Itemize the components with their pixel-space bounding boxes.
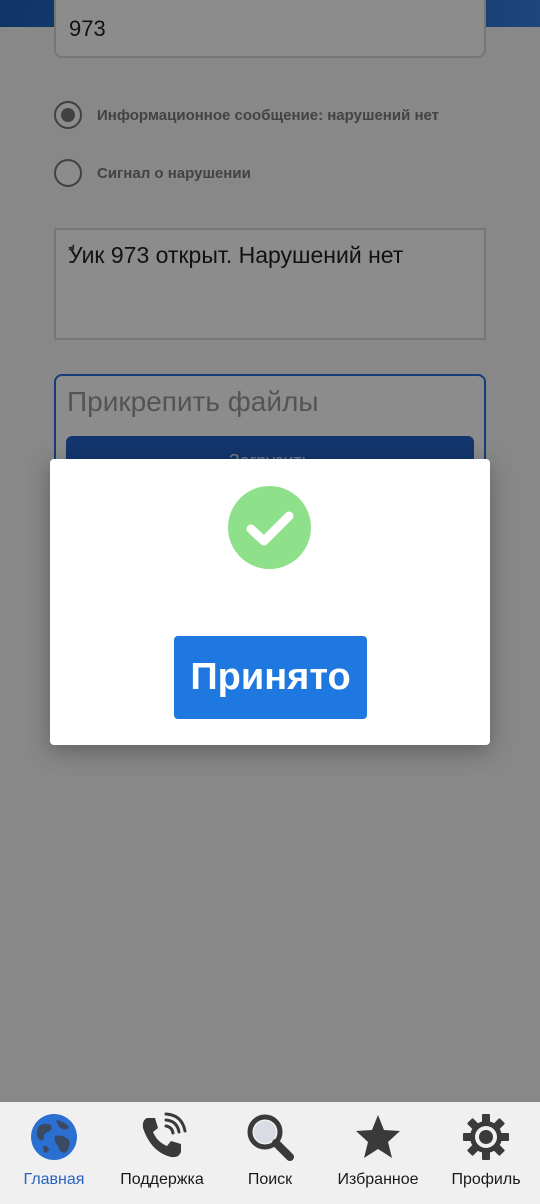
nav-item-search[interactable]: Поиск xyxy=(216,1102,324,1204)
nav-label-support: Поддержка xyxy=(120,1171,204,1188)
star-icon xyxy=(352,1111,404,1163)
search-icon xyxy=(244,1111,296,1163)
nav-item-home[interactable]: Главная xyxy=(0,1102,108,1204)
accepted-button[interactable]: Принято xyxy=(174,636,367,719)
nav-label-home: Главная xyxy=(23,1171,85,1188)
checkmark-icon xyxy=(228,486,311,569)
globe-icon xyxy=(28,1111,80,1163)
nav-item-favorites[interactable]: Избранное xyxy=(324,1102,432,1204)
phone-icon xyxy=(136,1111,188,1163)
bottom-navigation: Главная Поддержка Поиск Избранное Профил… xyxy=(0,1102,540,1204)
success-dialog: Принято xyxy=(50,459,490,745)
gear-icon xyxy=(460,1111,512,1163)
nav-label-profile: Профиль xyxy=(451,1171,521,1188)
nav-item-support[interactable]: Поддержка xyxy=(108,1102,216,1204)
nav-item-profile[interactable]: Профиль xyxy=(432,1102,540,1204)
nav-label-favorites: Избранное xyxy=(337,1171,419,1188)
nav-label-search: Поиск xyxy=(247,1171,293,1188)
